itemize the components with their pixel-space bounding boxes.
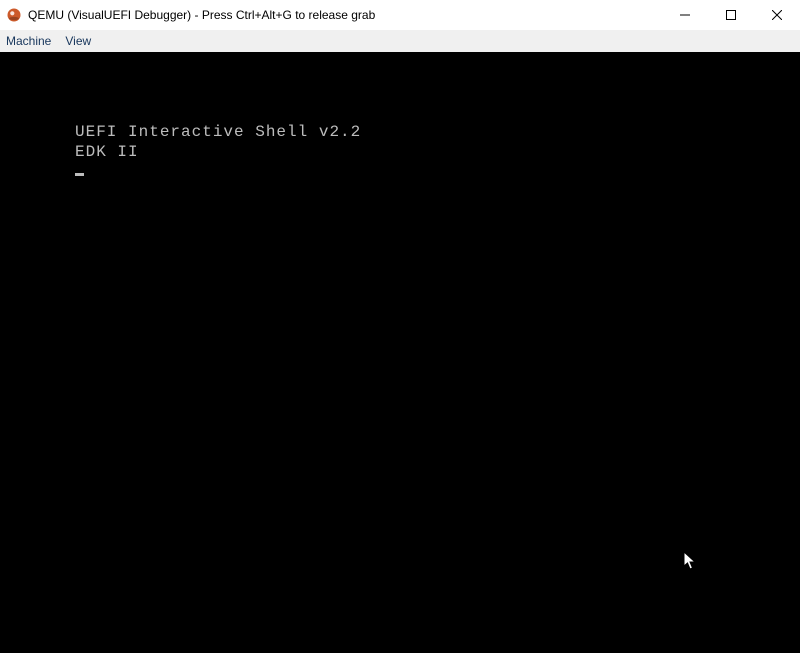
close-button[interactable] [754,0,800,30]
terminal-line: EDK II [75,143,139,161]
terminal-output: UEFI Interactive Shell v2.2 EDK II [0,52,800,653]
maximize-button[interactable] [708,0,754,30]
titlebar: QEMU (VisualUEFI Debugger) - Press Ctrl+… [0,0,800,30]
menubar: Machine View [0,30,800,52]
window-title: QEMU (VisualUEFI Debugger) - Press Ctrl+… [28,8,375,22]
menu-view[interactable]: View [65,34,91,48]
app-icon [6,7,22,23]
window-controls [662,0,800,30]
terminal-cursor [75,173,84,176]
terminal-line: UEFI Interactive Shell v2.2 [75,123,361,141]
minimize-button[interactable] [662,0,708,30]
menu-machine[interactable]: Machine [6,34,51,48]
